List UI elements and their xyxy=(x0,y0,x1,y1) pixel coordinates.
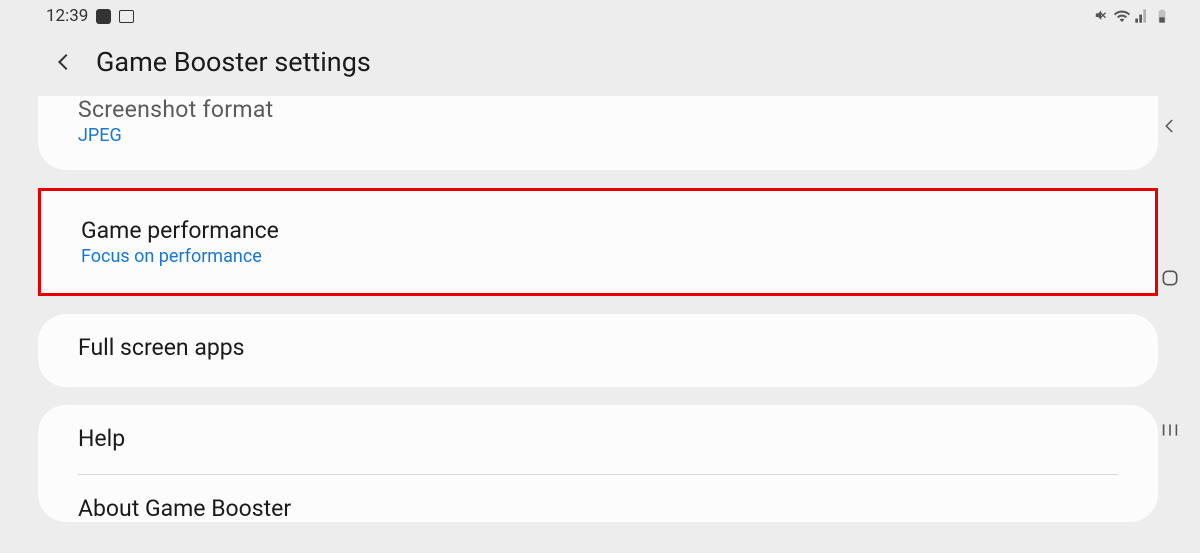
status-time: 12:39 xyxy=(46,6,88,26)
setting-full-screen-apps[interactable]: Full screen apps xyxy=(38,314,1158,387)
side-navigation xyxy=(1158,114,1182,442)
setting-title: Game performance xyxy=(81,217,1115,244)
setting-title: About Game Booster xyxy=(78,495,1118,522)
setting-screenshot-format[interactable]: Screenshot format JPEG xyxy=(38,96,1158,170)
status-bar: 12:39 xyxy=(0,0,1200,30)
home-outline-icon xyxy=(1160,268,1180,288)
nav-recents-button[interactable] xyxy=(1158,418,1182,442)
setting-about[interactable]: About Game Booster xyxy=(78,475,1118,522)
setting-help[interactable]: Help xyxy=(78,425,1118,452)
wifi-icon xyxy=(1114,8,1130,24)
setting-value: Focus on performance xyxy=(81,246,1115,267)
setting-title: Help xyxy=(78,425,1118,452)
mute-icon xyxy=(1094,8,1110,24)
header: Game Booster settings xyxy=(0,30,1200,98)
setting-value: JPEG xyxy=(78,125,1118,146)
page-title: Game Booster settings xyxy=(96,46,371,78)
setting-game-performance[interactable]: Game performance Focus on performance xyxy=(38,188,1158,296)
status-left: 12:39 xyxy=(46,6,134,26)
settings-content: Screenshot format JPEG Game performance … xyxy=(0,96,1200,522)
setting-title: Screenshot format xyxy=(78,96,1118,123)
recents-icon xyxy=(1160,422,1180,438)
chevron-left-icon xyxy=(53,51,75,73)
nav-back-button[interactable] xyxy=(1158,114,1182,138)
nav-home-button[interactable] xyxy=(1158,266,1182,290)
app-indicator-icon xyxy=(96,9,111,24)
setting-title: Full screen apps xyxy=(78,334,1118,361)
gallery-icon xyxy=(119,10,134,23)
chevron-left-icon xyxy=(1161,117,1179,135)
setting-help-about-group: Help About Game Booster xyxy=(38,405,1158,522)
battery-icon xyxy=(1154,8,1170,24)
signal-icon xyxy=(1134,8,1150,24)
back-button[interactable] xyxy=(48,46,80,78)
status-right xyxy=(1094,8,1170,24)
